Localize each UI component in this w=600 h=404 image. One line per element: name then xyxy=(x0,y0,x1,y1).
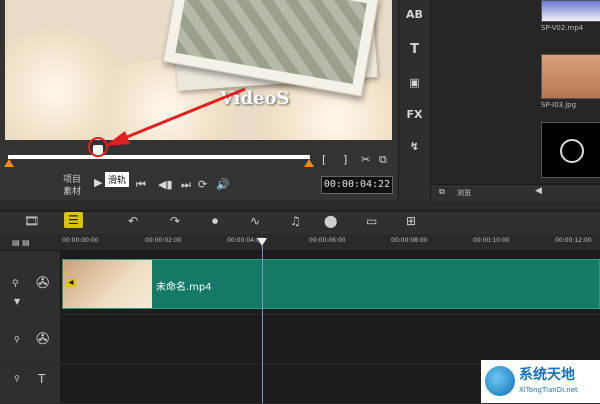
repeat-icon[interactable]: ⟳ xyxy=(198,178,207,191)
path-icon[interactable]: ↯ xyxy=(399,140,430,160)
library-thumb[interactable] xyxy=(541,122,600,178)
library-thumb[interactable]: SP-V02.mp4 xyxy=(541,0,600,32)
scissors-icon[interactable]: ✂ xyxy=(361,153,370,166)
graphics-icon[interactable]: ▣ xyxy=(399,76,430,96)
multi-cam-icon[interactable]: ⊞ xyxy=(406,214,416,228)
annotation-arrow xyxy=(105,87,246,146)
timeline-view-icon[interactable]: ☰ xyxy=(64,212,83,228)
end-icon[interactable]: ⏭ xyxy=(181,178,191,192)
track-manager-icon[interactable]: ▤ ▤ xyxy=(12,238,30,247)
undo-icon[interactable]: ↶ xyxy=(128,214,138,228)
video-track-header: ⚲ ✇ ▼ xyxy=(0,251,61,314)
annotation-circle xyxy=(88,137,108,157)
title-ab-icon[interactable]: AB xyxy=(399,8,430,28)
audio-badge-icon: ◀ xyxy=(66,279,76,287)
track-expand-icon[interactable]: ▼ xyxy=(14,297,20,306)
playhead-line xyxy=(262,244,263,403)
home-icon[interactable]: ⏮ xyxy=(136,178,146,192)
motion-track-icon[interactable]: ⬤ xyxy=(324,214,337,228)
subtitle-icon[interactable]: ▭ xyxy=(366,214,377,228)
record-icon[interactable]: ⏺ xyxy=(212,214,218,229)
auto-music-icon[interactable]: ♫ xyxy=(290,214,301,228)
ruler-tick: 00:00:08:00 xyxy=(391,237,428,244)
watermark: 系统天地 XiTongTianDi.net xyxy=(481,360,600,403)
step-back-icon[interactable]: ◀▮ xyxy=(158,178,173,191)
watermark-logo-icon xyxy=(485,366,515,396)
ruler-tick: 00:00:10:00 xyxy=(473,237,510,244)
film-reel-icon: ✇ xyxy=(36,273,50,292)
clip-thumbnail xyxy=(63,260,152,308)
watermark-url: XiTongTianDi.net xyxy=(519,386,578,394)
enlarge-preview-icon[interactable]: ⧉ xyxy=(379,153,387,167)
redo-icon[interactable]: ↷ xyxy=(170,214,180,228)
volume-icon[interactable]: 🔊 xyxy=(216,178,230,191)
ruler-tick: 00:00:12:00 xyxy=(555,237,592,244)
title-track-header: ⚲ T xyxy=(0,364,61,403)
overlay-track-header: ⚲ ✇ xyxy=(0,315,61,363)
track-lock-icon[interactable]: ⚲ xyxy=(14,335,20,344)
track-lock-icon[interactable]: ⚲ xyxy=(12,279,19,289)
library-side-toolbar: AB T ▣ FX ↯ xyxy=(399,0,431,200)
scrubber-tooltip: 滑轨 xyxy=(104,171,131,188)
scrub-bar[interactable] xyxy=(8,155,310,159)
audio-mixer-icon[interactable]: ∿ xyxy=(250,214,260,228)
media-library: SP-V02.mp4 SP-I03.jpg xyxy=(431,0,600,200)
ruler-tick: 00:00:00:00 xyxy=(62,237,99,244)
play-icon[interactable]: ▶ xyxy=(94,176,102,189)
library-footer: ⧉ 浏览 ◀ xyxy=(431,184,600,201)
clip-name: 未命名.mp4 xyxy=(156,282,212,293)
overlay-track[interactable] xyxy=(61,315,600,364)
watermark-text: 系统天地 xyxy=(519,367,575,383)
ruler-tick: 00:00:06:00 xyxy=(309,237,346,244)
storyboard-view-icon[interactable]: 🎞 xyxy=(24,214,39,228)
mark-out-button[interactable]: ] xyxy=(343,153,347,166)
collapse-icon[interactable]: ◀ xyxy=(535,186,542,196)
trim-end-handle[interactable] xyxy=(304,159,314,167)
ruler-tick: 00:00:02:00 xyxy=(145,237,182,244)
text-icon[interactable]: T xyxy=(399,42,430,62)
track-lock-icon[interactable]: ⚲ xyxy=(14,374,20,383)
fx-icon[interactable]: FX xyxy=(399,108,430,128)
timecode-display[interactable]: 00:00:04:22 xyxy=(321,176,393,194)
mark-in-button[interactable]: [ xyxy=(322,153,326,166)
browse-icon[interactable]: ⧉ xyxy=(439,187,445,197)
trim-start-handle[interactable] xyxy=(4,159,14,167)
browse-label[interactable]: 浏览 xyxy=(457,188,471,198)
mode-clip-label[interactable]: 素材 xyxy=(63,184,81,197)
overlay-reel-icon: ✇ xyxy=(36,329,50,348)
library-thumb[interactable]: SP-I03.jpg xyxy=(541,54,600,109)
title-track-icon: T xyxy=(38,372,46,386)
